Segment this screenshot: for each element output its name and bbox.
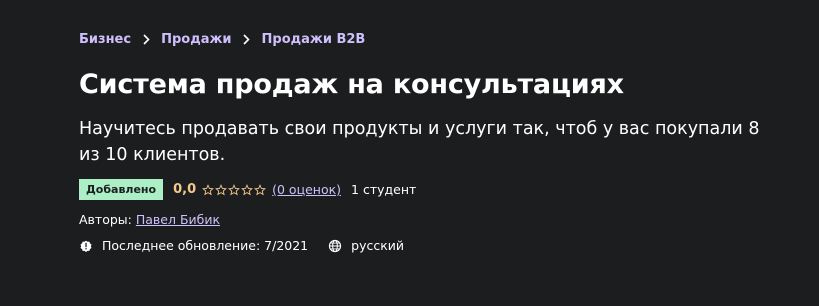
authors-label: Авторы:: [79, 212, 132, 227]
course-subtitle: Научитесь продавать свои продукты и услу…: [79, 119, 760, 165]
breadcrumb: Бизнес Продажи Продажи B2B: [79, 32, 365, 47]
breadcrumb-item-business[interactable]: Бизнес: [79, 32, 131, 47]
authors-row: Авторы: Павел Бибик: [79, 212, 220, 227]
chevron-right-icon: [242, 34, 252, 46]
language-text: русский: [351, 238, 405, 253]
last-updated-text: Последнее обновление: 7/2021: [102, 238, 309, 253]
star-icon: [254, 183, 267, 195]
last-updated: Последнее обновление: 7/2021: [79, 238, 308, 253]
page-title: Система продаж на консультациях: [79, 69, 624, 100]
breadcrumb-item-sales[interactable]: Продажи: [161, 32, 231, 47]
star-icon: [241, 183, 254, 195]
author-link[interactable]: Павел Бибик: [136, 212, 220, 227]
rating-value: 0,0: [173, 182, 197, 197]
students-count: 1 студент: [351, 182, 417, 197]
course-language: русский: [328, 238, 404, 253]
breadcrumb-item-sales-b2b[interactable]: Продажи B2B: [262, 32, 366, 47]
rating-stars: [202, 183, 267, 196]
chevron-right-icon: [141, 34, 151, 46]
status-badge: Добавлено: [79, 179, 164, 200]
course-meta: Добавлено 0,0 (0 оценок) 1 студент: [79, 179, 416, 200]
star-icon: [228, 183, 241, 195]
star-icon: [215, 183, 228, 195]
course-info: Последнее обновление: 7/2021 русский: [79, 238, 424, 253]
globe-icon: [329, 239, 342, 252]
alert-badge-icon: [80, 240, 92, 252]
reviews-link[interactable]: (0 оценок): [272, 182, 341, 197]
star-icon: [202, 183, 215, 195]
